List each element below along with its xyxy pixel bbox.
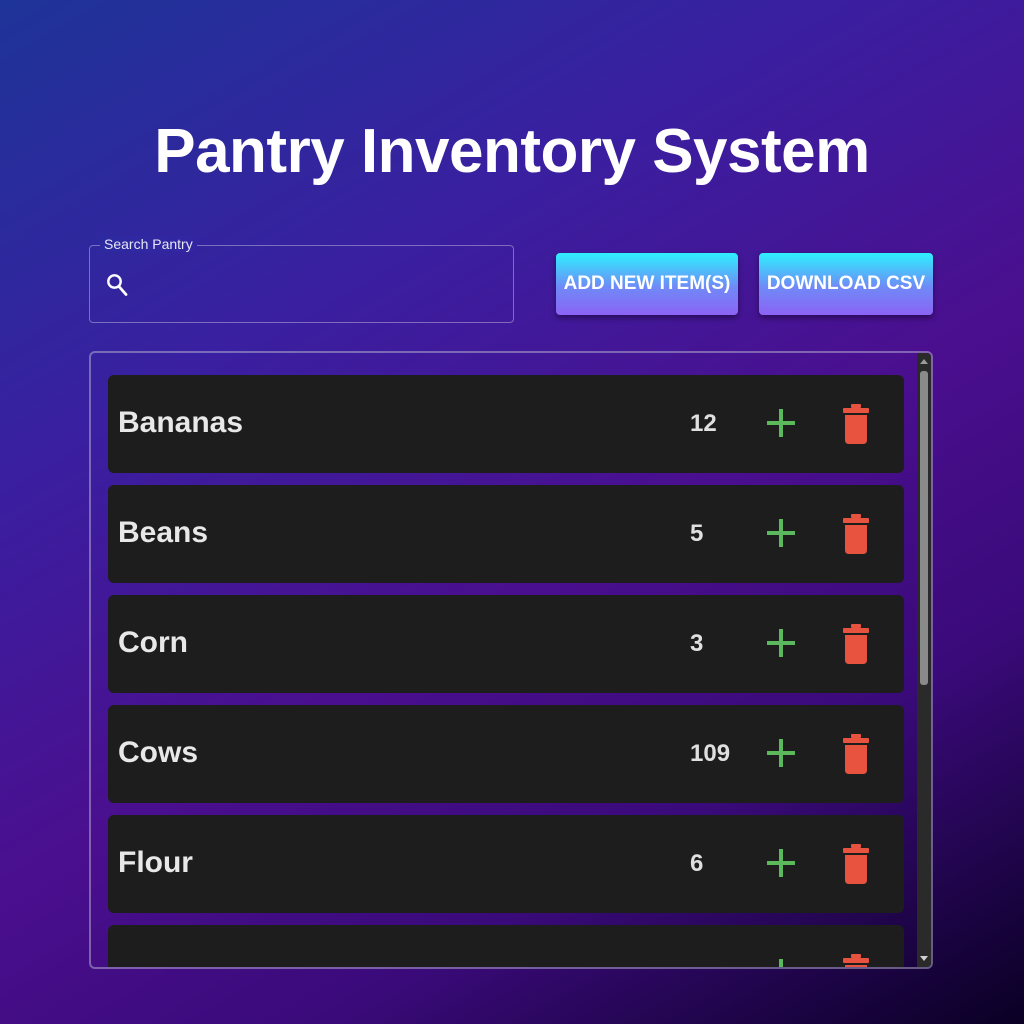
trash-icon[interactable] — [843, 624, 869, 664]
download-csv-button[interactable]: Download CSV — [759, 253, 933, 315]
search-input[interactable] — [140, 264, 500, 304]
scroll-thumb[interactable] — [920, 371, 928, 685]
plus-icon[interactable] — [766, 518, 796, 548]
plus-icon[interactable] — [766, 848, 796, 878]
trash-icon[interactable] — [843, 514, 869, 554]
plus-icon[interactable] — [766, 628, 796, 658]
item-name: Bananas — [118, 406, 244, 439]
trash-icon[interactable] — [843, 954, 869, 969]
item-quantity: 12 — [690, 410, 717, 437]
search-label: Search Pantry — [100, 236, 197, 252]
search-field[interactable]: Search Pantry — [89, 236, 514, 323]
scrollbar[interactable] — [917, 353, 931, 967]
item-quantity: 6 — [690, 850, 704, 877]
page-title: Pantry Inventory System — [154, 117, 870, 186]
item-name: Cows — [118, 736, 199, 769]
scroll-down-arrow[interactable] — [920, 956, 928, 961]
search-icon — [107, 274, 128, 296]
add-new-items-button[interactable]: Add New Item(s) — [556, 253, 738, 315]
item-quantity: 5 — [690, 520, 704, 547]
list-item: Beans 5 — [108, 485, 904, 583]
plus-icon[interactable] — [766, 408, 796, 438]
trash-icon[interactable] — [843, 404, 869, 444]
item-quantity: 109 — [690, 740, 731, 767]
list-item — [108, 925, 904, 969]
inventory-list-panel[interactable]: Bananas 12 Beans 5 Corn 3 Cows 109 Flour… — [89, 351, 933, 969]
list-item: Corn 3 — [108, 595, 904, 693]
list-item: Bananas 12 — [108, 375, 904, 473]
trash-icon[interactable] — [843, 844, 869, 884]
list-item: Cows 109 — [108, 705, 904, 803]
plus-icon[interactable] — [766, 958, 796, 969]
item-name: Flour — [118, 846, 193, 879]
trash-icon[interactable] — [843, 734, 869, 774]
item-name: Corn — [118, 626, 188, 659]
scroll-up-arrow[interactable] — [920, 359, 928, 364]
plus-icon[interactable] — [766, 738, 796, 768]
list-item: Flour 6 — [108, 815, 904, 913]
item-quantity: 3 — [690, 630, 704, 657]
item-name: Beans — [118, 516, 209, 549]
